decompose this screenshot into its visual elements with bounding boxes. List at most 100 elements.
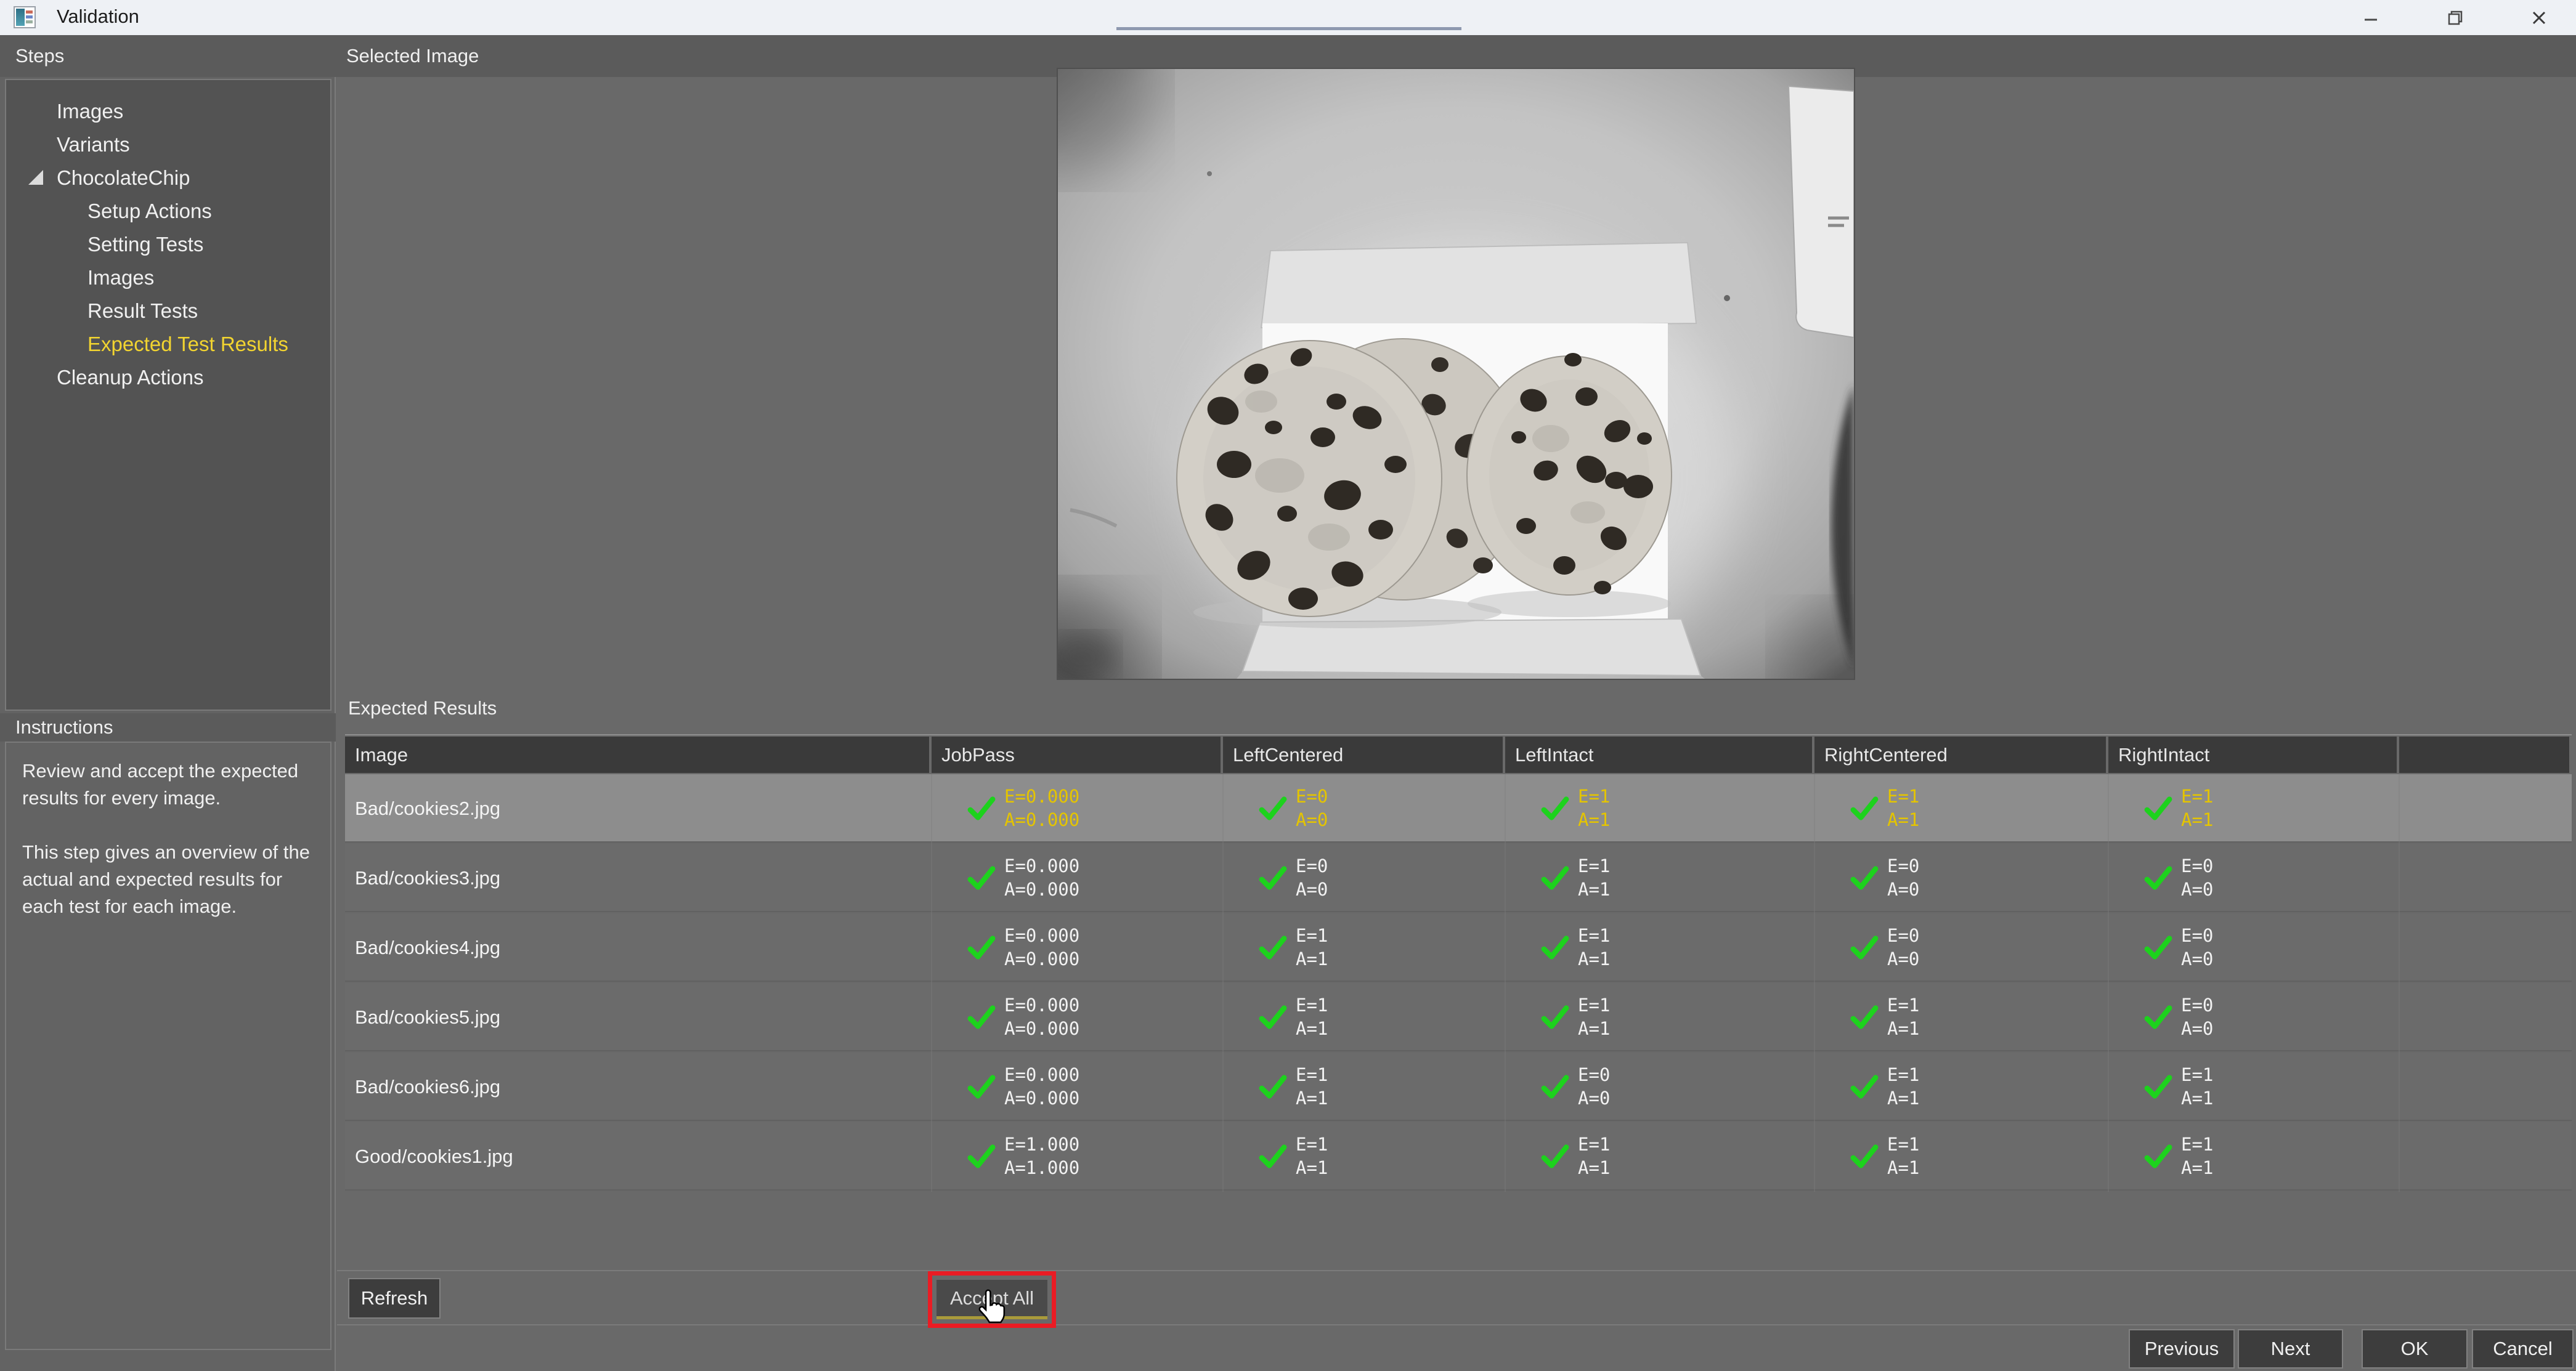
expected-actual-values: E=0.000 A=0.000 bbox=[1004, 1063, 1079, 1110]
result-cell-rightintact[interactable]: E=1 A=1 bbox=[2108, 1053, 2399, 1121]
expected-actual-values: E=0.000 A=0.000 bbox=[1004, 785, 1079, 831]
table-row-bad-cookies3-jpg[interactable]: Bad/cookies3.jpgE=0.000 A=0.000E=0 A=0E=… bbox=[345, 844, 2572, 912]
steps-tree-item-variants[interactable]: Variants bbox=[6, 128, 330, 161]
result-cell-jobpass[interactable]: E=0.000 A=0.000 bbox=[932, 774, 1223, 843]
result-cell-leftcentered[interactable]: E=0 A=0 bbox=[1223, 774, 1505, 843]
expected-actual-values: E=0 A=0 bbox=[2181, 854, 2213, 901]
column-header-rightintact[interactable]: RightIntact bbox=[2108, 737, 2397, 773]
pass-check-icon bbox=[967, 934, 996, 960]
titlebar[interactable]: Validation bbox=[0, 0, 2576, 35]
result-cell-rightcentered[interactable]: E=1 A=1 bbox=[1814, 774, 2108, 843]
divider bbox=[337, 1270, 2576, 1271]
result-cell-leftintact[interactable]: E=1 A=1 bbox=[1505, 844, 1814, 912]
restore-button[interactable] bbox=[2418, 0, 2492, 35]
expected-actual-values: E=1.000 A=1.000 bbox=[1004, 1133, 1079, 1179]
steps-tree-item-label: Cleanup Actions bbox=[57, 366, 204, 389]
expected-actual-values: E=0.000 A=0.000 bbox=[1004, 924, 1079, 971]
result-cell-rightcentered[interactable]: E=1 A=1 bbox=[1814, 983, 2108, 1051]
minimize-icon bbox=[2360, 7, 2381, 28]
minimize-button[interactable] bbox=[2334, 0, 2408, 35]
result-cell-rightintact[interactable]: E=0 A=0 bbox=[2108, 844, 2399, 912]
next-button[interactable]: Next bbox=[2238, 1329, 2343, 1369]
steps-tree-item-result-tests[interactable]: Result Tests bbox=[6, 294, 330, 328]
image-name-cell: Bad/cookies4.jpg bbox=[355, 913, 500, 982]
image-name-cell: Good/cookies1.jpg bbox=[355, 1122, 513, 1191]
result-cell-jobpass[interactable]: E=0.000 A=0.000 bbox=[932, 983, 1223, 1051]
column-header-leftcentered[interactable]: LeftCentered bbox=[1223, 737, 1503, 773]
cookie-right bbox=[1467, 353, 1672, 595]
hand-cursor-icon bbox=[975, 1288, 1009, 1325]
pass-check-icon bbox=[967, 1143, 996, 1169]
result-cell-leftintact[interactable]: E=1 A=1 bbox=[1505, 983, 1814, 1051]
table-row-good-cookies1-jpg[interactable]: Good/cookies1.jpgE=1.000 A=1.000E=1 A=1E… bbox=[345, 1122, 2572, 1191]
refresh-button[interactable]: Refresh bbox=[348, 1278, 441, 1319]
pass-check-icon bbox=[1259, 1143, 1287, 1169]
column-header-empty[interactable] bbox=[2399, 737, 2569, 773]
instructions-paragraph: Review and accept the expected results f… bbox=[22, 758, 314, 812]
result-cell-rightintact[interactable]: E=1 A=1 bbox=[2108, 774, 2399, 843]
close-icon bbox=[2529, 7, 2550, 28]
result-cell-leftintact[interactable]: E=1 A=1 bbox=[1505, 913, 1814, 982]
result-cell-rightintact[interactable]: E=0 A=0 bbox=[2108, 913, 2399, 982]
result-cell-leftcentered[interactable]: E=0 A=0 bbox=[1223, 844, 1505, 912]
result-cell-rightintact[interactable]: E=1 A=1 bbox=[2108, 1122, 2399, 1191]
ok-button[interactable]: OK bbox=[2362, 1329, 2468, 1369]
result-cell-rightcentered[interactable]: E=0 A=0 bbox=[1814, 844, 2108, 912]
result-cell-leftcentered[interactable]: E=1 A=1 bbox=[1223, 1053, 1505, 1121]
steps-tree-item-label: Variants bbox=[57, 133, 130, 156]
titlebar-divider bbox=[1116, 27, 1461, 30]
image-name-cell: Bad/cookies2.jpg bbox=[355, 774, 500, 843]
expected-actual-values: E=1 A=1 bbox=[2181, 1063, 2213, 1110]
result-cell-rightcentered[interactable]: E=0 A=0 bbox=[1814, 913, 2108, 982]
steps-tree-item-cleanup-actions[interactable]: Cleanup Actions bbox=[6, 361, 330, 394]
result-cell-leftintact[interactable]: E=1 A=1 bbox=[1505, 1122, 1814, 1191]
result-cell-rightcentered[interactable]: E=1 A=1 bbox=[1814, 1053, 2108, 1121]
table-row-bad-cookies4-jpg[interactable]: Bad/cookies4.jpgE=0.000 A=0.000E=1 A=1E=… bbox=[345, 913, 2572, 982]
column-header-image[interactable]: Image bbox=[345, 737, 929, 773]
previous-button[interactable]: Previous bbox=[2129, 1329, 2235, 1369]
image-name-cell: Bad/cookies5.jpg bbox=[355, 983, 500, 1051]
result-cell-jobpass[interactable]: E=0.000 A=0.000 bbox=[932, 913, 1223, 982]
result-cell-jobpass[interactable]: E=1.000 A=1.000 bbox=[932, 1122, 1223, 1191]
column-header-rightcentered[interactable]: RightCentered bbox=[1814, 737, 2106, 773]
close-button[interactable] bbox=[2502, 0, 2576, 35]
table-row-bad-cookies2-jpg[interactable]: Bad/cookies2.jpg E=0.000 A=0.000 E=0 A=0 E=… bbox=[345, 774, 2572, 843]
pass-check-icon bbox=[1850, 1004, 1879, 1030]
pass-check-icon bbox=[1850, 795, 1879, 821]
result-cell-leftcentered[interactable]: E=1 A=1 bbox=[1223, 913, 1505, 982]
expected-actual-values: E=1 A=1 bbox=[1296, 1133, 1328, 1179]
expected-actual-values: E=1 A=1 bbox=[1578, 1133, 1610, 1179]
result-cell-jobpass[interactable]: E=0.000 A=0.000 bbox=[932, 1053, 1223, 1121]
pass-check-icon bbox=[967, 795, 996, 821]
expected-actual-values: E=0.000 A=0.000 bbox=[1004, 854, 1079, 901]
steps-tree-item-expected-test-results[interactable]: Expected Test Results bbox=[6, 328, 330, 361]
result-cell-leftcentered[interactable]: E=1 A=1 bbox=[1223, 1122, 1505, 1191]
table-row-bad-cookies5-jpg[interactable]: Bad/cookies5.jpgE=0.000 A=0.000E=1 A=1E=… bbox=[345, 983, 2572, 1051]
result-cell-leftintact[interactable]: E=0 A=0 bbox=[1505, 1053, 1814, 1121]
result-cell-leftintact[interactable]: E=1 A=1 bbox=[1505, 774, 1814, 843]
steps-tree-item-setting-tests[interactable]: Setting Tests bbox=[6, 228, 330, 261]
steps-tree-item-label: Setup Actions bbox=[87, 200, 212, 223]
column-header-jobpass[interactable]: JobPass bbox=[932, 737, 1221, 773]
pass-check-icon bbox=[967, 865, 996, 891]
result-cell-jobpass[interactable]: E=0.000 A=0.000 bbox=[932, 844, 1223, 912]
steps-tree-item-setup-actions[interactable]: Setup Actions bbox=[6, 195, 330, 228]
steps-tree-item-chocolatechip[interactable]: ChocolateChip bbox=[6, 161, 330, 195]
steps-tree-item-images[interactable]: Images bbox=[6, 261, 330, 294]
result-cell-rightcentered[interactable]: E=1 A=1 bbox=[1814, 1122, 2108, 1191]
table-row-bad-cookies6-jpg[interactable]: Bad/cookies6.jpgE=0.000 A=0.000E=1 A=1E=… bbox=[345, 1053, 2572, 1121]
expander-icon[interactable] bbox=[28, 170, 43, 185]
expected-actual-values: E=0 A=0 bbox=[1578, 1063, 1610, 1110]
result-cell-rightintact[interactable]: E=0 A=0 bbox=[2108, 983, 2399, 1051]
pass-check-icon bbox=[967, 1004, 996, 1030]
column-header-leftintact[interactable]: LeftIntact bbox=[1505, 737, 1812, 773]
pass-check-icon bbox=[1541, 795, 1569, 821]
steps-tree-item-images[interactable]: Images bbox=[6, 95, 330, 128]
pass-check-icon bbox=[1259, 795, 1287, 821]
steps-tree-item-label: ChocolateChip bbox=[57, 166, 190, 190]
expected-actual-values: E=0 A=0 bbox=[1296, 785, 1328, 831]
result-cell-leftcentered[interactable]: E=1 A=1 bbox=[1223, 983, 1505, 1051]
steps-tree-item-label: Images bbox=[87, 266, 154, 289]
image-name-cell: Bad/cookies3.jpg bbox=[355, 844, 500, 912]
cancel-button[interactable]: Cancel bbox=[2472, 1329, 2574, 1369]
